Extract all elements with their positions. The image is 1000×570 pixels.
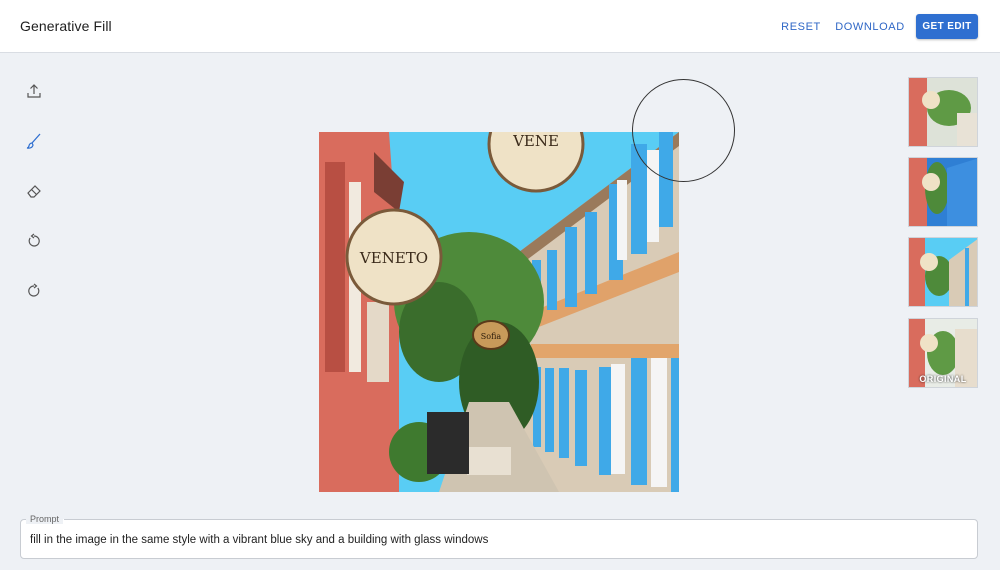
- brush-icon: [26, 133, 41, 149]
- thumbnail-3[interactable]: [908, 237, 978, 307]
- upload-tool[interactable]: [24, 81, 44, 101]
- undo-tool[interactable]: [24, 231, 44, 251]
- eraser-tool[interactable]: [24, 181, 44, 201]
- prompt-input[interactable]: [30, 532, 960, 548]
- thumbnail-image: [909, 158, 977, 226]
- veneto-sign-text: VENETO: [359, 249, 428, 267]
- top-bar: Generative Fill RESET DOWNLOAD GET EDIT: [0, 0, 1000, 53]
- top-sign-text: VENE: [512, 132, 559, 150]
- brush-tool[interactable]: [24, 131, 44, 151]
- get-edit-button[interactable]: GET EDIT: [916, 14, 978, 39]
- thumbnail-image: [909, 78, 977, 146]
- edit-canvas[interactable]: VENETO VENE Sofia: [319, 132, 679, 492]
- thumbnail-image: [909, 238, 977, 306]
- prompt-label: Prompt: [26, 514, 64, 524]
- thumbnail-original[interactable]: ORIGINAL: [908, 318, 978, 388]
- thumbnail-label: ORIGINAL: [919, 374, 967, 384]
- app-title: Generative Fill: [20, 18, 112, 34]
- thumbnail-2[interactable]: [908, 157, 978, 227]
- redo-icon: [28, 283, 40, 297]
- thumbnail-1[interactable]: [908, 77, 978, 147]
- download-button[interactable]: DOWNLOAD: [835, 14, 904, 39]
- redo-tool[interactable]: [24, 281, 44, 301]
- reset-button[interactable]: RESET: [780, 14, 822, 39]
- street-scene-image: VENETO VENE Sofia: [319, 132, 679, 492]
- undo-icon: [28, 233, 40, 247]
- eraser-icon: [27, 185, 41, 198]
- small-sign-text: Sofia: [481, 332, 502, 341]
- upload-icon: [27, 84, 41, 98]
